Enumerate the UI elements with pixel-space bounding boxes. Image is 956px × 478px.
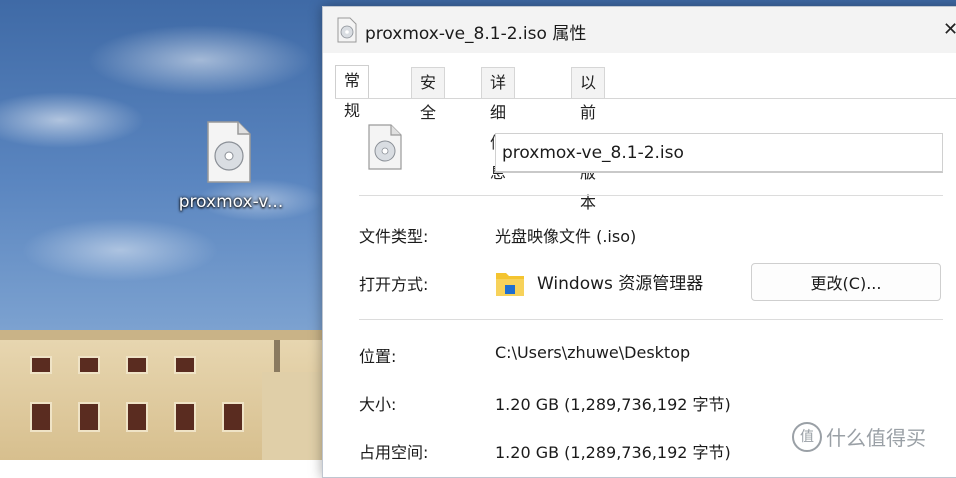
wallpaper-window <box>222 402 244 432</box>
tab-security[interactable]: 安全 <box>411 67 446 122</box>
tab-general[interactable]: 常规 <box>335 65 370 120</box>
size-value: 1.20 GB (1,289,736,192 字节) <box>495 395 731 414</box>
watermark-text: 什么值得买 <box>826 426 926 450</box>
tab-previous-versions[interactable]: 以前的版本 <box>571 67 606 212</box>
wallpaper-window <box>78 402 100 432</box>
wallpaper-window <box>174 402 196 432</box>
wallpaper-window <box>30 402 52 432</box>
tab-details[interactable]: 详细信息 <box>481 67 516 182</box>
wallpaper-window <box>78 356 100 374</box>
desktop-file-icon[interactable]: proxmox-v... <box>168 112 294 222</box>
wallpaper-window <box>126 356 148 374</box>
size-on-disk-value: 1.20 GB (1,289,736,192 字节) <box>495 443 731 462</box>
close-icon[interactable]: ✕ <box>943 19 956 40</box>
location-value: C:\Users\zhuwe\Desktop <box>495 343 691 362</box>
location-label: 位置: <box>359 347 397 366</box>
wallpaper-window <box>30 356 52 374</box>
title-bar[interactable]: proxmox-ve_8.1-2.iso 属性 ✕ <box>323 7 956 53</box>
divider <box>359 319 943 320</box>
wallpaper-window <box>126 402 148 432</box>
divider <box>359 195 943 196</box>
size-label: 大小: <box>359 395 397 414</box>
wallpaper-building-2 <box>262 372 322 460</box>
disc-file-icon <box>207 121 251 183</box>
properties-dialog: proxmox-ve_8.1-2.iso 属性 ✕ 常规 安全 详细信息 以前的… <box>322 6 956 478</box>
opens-with-app: Windows 资源管理器 <box>537 274 704 294</box>
disc-file-icon <box>368 124 402 170</box>
opens-with-label: 打开方式: <box>359 275 429 294</box>
watermark-logo-icon: 值 <box>792 422 822 452</box>
folder-icon <box>496 273 524 296</box>
size-on-disk-label: 占用空间: <box>359 443 429 462</box>
file-type-value: 光盘映像文件 (.iso) <box>495 227 637 246</box>
dialog-title: proxmox-ve_8.1-2.iso 属性 <box>365 24 587 44</box>
desktop-file-label: proxmox-v... <box>178 192 284 212</box>
filename-field[interactable] <box>495 133 943 173</box>
watermark: 值 什么值得买 <box>792 420 956 452</box>
wallpaper-window <box>174 356 196 374</box>
file-type-label: 文件类型: <box>359 227 429 246</box>
tab-panel-border <box>335 98 956 99</box>
disc-file-icon <box>337 17 357 43</box>
change-button[interactable]: 更改(C)... <box>751 263 941 301</box>
